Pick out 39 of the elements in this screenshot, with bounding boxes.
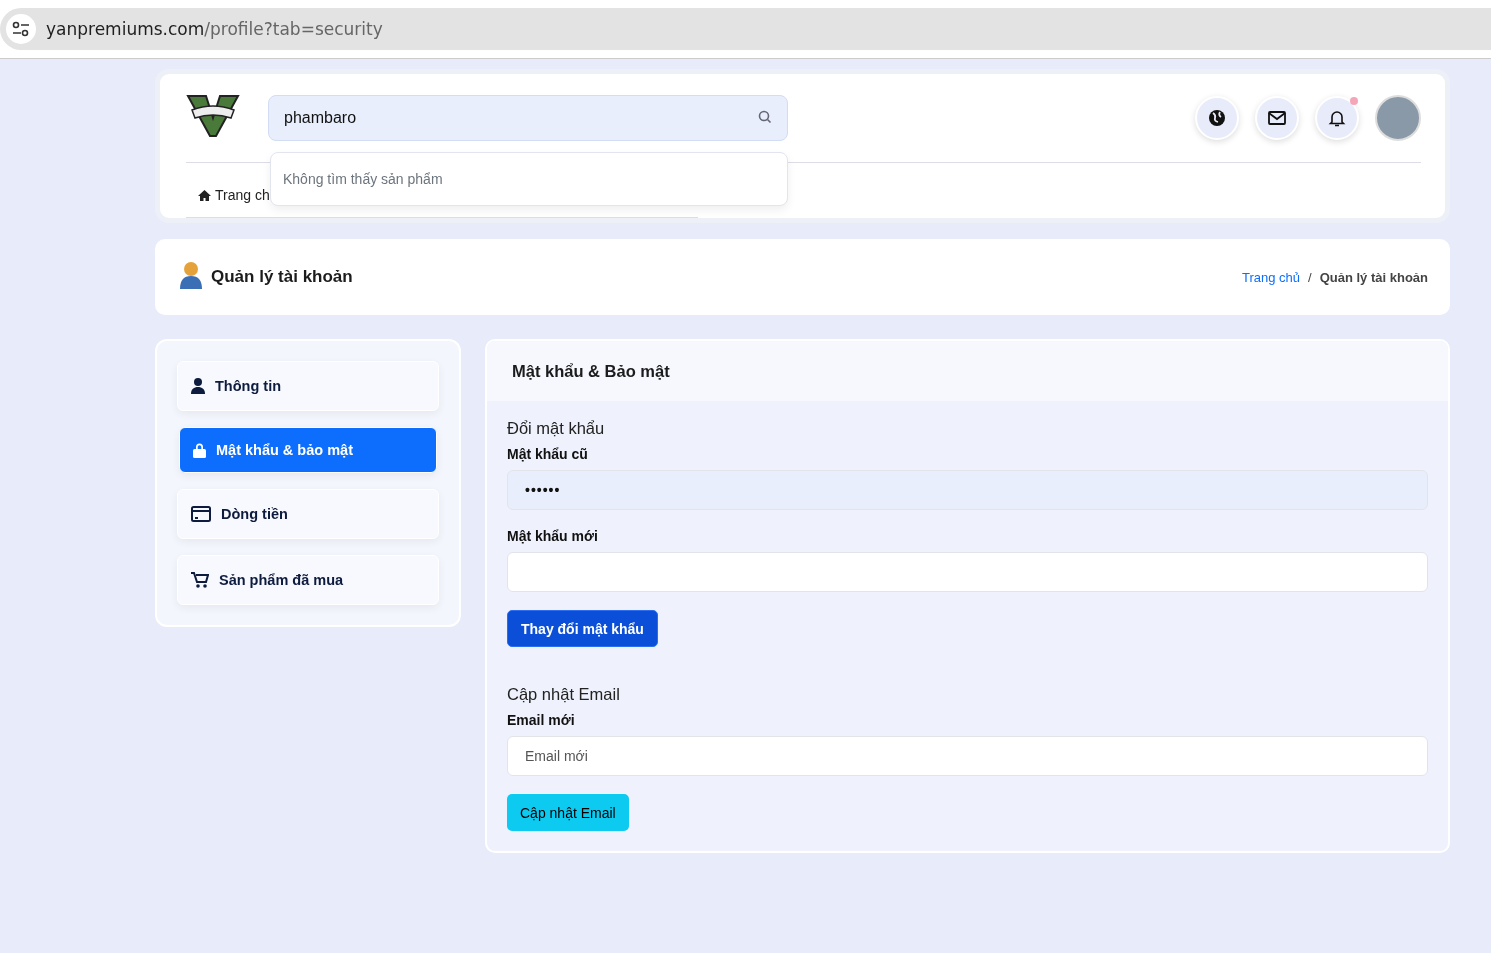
breadcrumb-separator: / xyxy=(1308,269,1312,285)
sidebar-item[interactable]: Thông tin xyxy=(177,361,439,411)
sidebar-item[interactable]: Sản phẩm đã mua xyxy=(177,555,439,605)
field-label: Mật khẩu cũ xyxy=(507,446,589,462)
section-heading: Cập nhật Email xyxy=(507,685,621,704)
home-icon xyxy=(198,189,211,201)
panel-title: Mật khẩu & Bảo mật xyxy=(487,341,1448,401)
globe-icon xyxy=(1208,109,1226,127)
mail-icon xyxy=(1268,109,1286,127)
field-label: Mật khẩu mới xyxy=(507,528,599,544)
lock-icon xyxy=(193,442,206,458)
sidebar-item[interactable]: Dòng tiền xyxy=(177,489,439,539)
breadcrumb-link[interactable]: Trang chủ xyxy=(1241,269,1300,285)
bell-button[interactable] xyxy=(1315,96,1359,140)
globe-button[interactable] xyxy=(1195,96,1239,140)
page-title: Quản lý tài khoản xyxy=(211,267,353,287)
bell-icon xyxy=(1328,109,1346,127)
search-icon[interactable] xyxy=(758,110,772,124)
submit-button[interactable]: Cập nhật Email xyxy=(507,794,629,831)
url-text[interactable]: yanpremiums.com/profile?tab=security xyxy=(46,19,383,39)
site-settings-icon[interactable] xyxy=(12,21,30,37)
sidebar-item[interactable]: Mật khẩu & bảo mật xyxy=(179,427,437,473)
search-field[interactable]: phambaro xyxy=(268,95,788,141)
input-field[interactable]: •••••• xyxy=(507,470,1428,510)
user-icon xyxy=(191,378,205,394)
nav-link[interactable]: Trang ch xyxy=(198,187,270,203)
user-icon xyxy=(179,261,203,289)
input-field[interactable]: Email mới xyxy=(507,736,1428,776)
logo-icon[interactable] xyxy=(186,94,240,138)
credit-card-icon xyxy=(191,506,211,522)
input-field[interactable] xyxy=(507,552,1428,592)
cart-icon xyxy=(191,572,209,588)
breadcrumb-current: Quản lý tài khoản xyxy=(1319,269,1428,285)
mail-button[interactable] xyxy=(1255,96,1299,140)
section-heading: Đổi mật khẩu xyxy=(507,419,606,438)
submit-button[interactable]: Thay đổi mật khẩu xyxy=(507,610,658,647)
address-bar[interactable]: yanpremiums.com/profile?tab=security xyxy=(0,8,1491,50)
field-label: Email mới xyxy=(507,712,576,728)
avatar[interactable] xyxy=(1375,95,1421,141)
